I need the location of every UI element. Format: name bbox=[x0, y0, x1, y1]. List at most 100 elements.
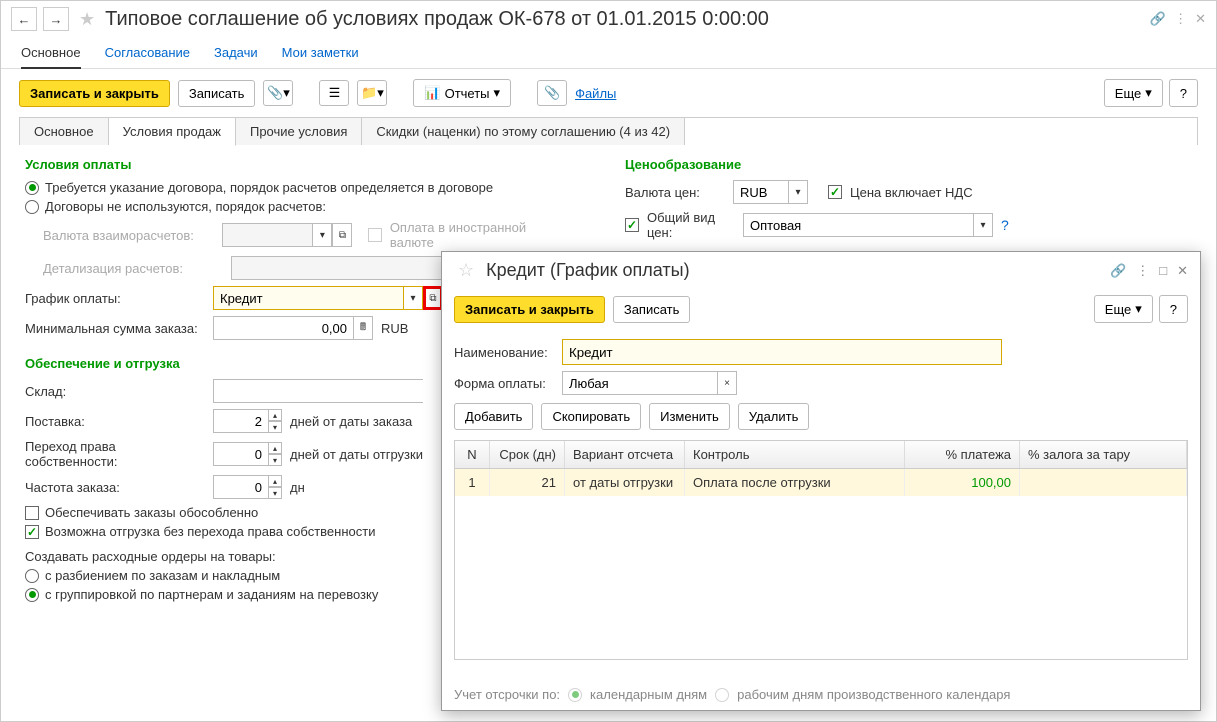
form-tab-discounts[interactable]: Скидки (наценки) по этому соглашению (4 … bbox=[362, 118, 685, 145]
folder-icon-button[interactable]: 📁▾ bbox=[357, 80, 387, 106]
col-variant[interactable]: Вариант отсчета bbox=[565, 441, 685, 468]
ownership-down[interactable]: ▾ bbox=[268, 454, 282, 466]
save-close-button[interactable]: Записать и закрыть bbox=[19, 80, 170, 107]
frequency-input[interactable] bbox=[213, 475, 268, 499]
page-title: Типовое соглашение об условиях продаж ОК… bbox=[105, 8, 769, 31]
radio-split-orders[interactable] bbox=[25, 569, 39, 583]
price-type-checkbox[interactable] bbox=[625, 218, 639, 232]
dialog-copy-button[interactable]: Скопировать bbox=[541, 403, 641, 430]
pricing-section-title: Ценообразование bbox=[625, 157, 1192, 172]
dialog-payform-input[interactable] bbox=[562, 371, 717, 395]
min-order-calc-btn[interactable]: 🖩 bbox=[353, 316, 373, 340]
dialog-add-button[interactable]: Добавить bbox=[454, 403, 533, 430]
cell-term: 21 bbox=[490, 469, 565, 496]
detail-label: Детализация расчетов: bbox=[43, 261, 223, 276]
more-button[interactable]: Еще ▾ bbox=[1104, 79, 1163, 107]
warehouse-input[interactable] bbox=[213, 379, 423, 403]
dialog-star-icon[interactable]: ☆ bbox=[458, 260, 474, 281]
ship-without-ownership-checkbox[interactable] bbox=[25, 525, 39, 539]
cell-n: 1 bbox=[455, 469, 490, 496]
vat-label: Цена включает НДС bbox=[850, 185, 973, 200]
schedule-label: График оплаты: bbox=[25, 291, 205, 306]
help-button[interactable]: ? bbox=[1169, 79, 1198, 107]
frequency-label: Частота заказа: bbox=[25, 480, 205, 495]
radio-split-orders-label: с разбиением по заказам и накладным bbox=[45, 568, 280, 583]
min-order-currency: RUB bbox=[381, 321, 408, 336]
delivery-up[interactable]: ▴ bbox=[268, 409, 282, 421]
table-row[interactable]: 1 21 от даты отгрузки Оплата после отгру… bbox=[455, 469, 1187, 496]
link-icon[interactable]: 🔗 bbox=[1150, 11, 1166, 27]
price-type-input[interactable] bbox=[743, 213, 973, 237]
form-tab-main[interactable]: Основное bbox=[20, 118, 109, 145]
schedule-dropdown-btn[interactable]: ▾ bbox=[403, 286, 423, 310]
nav-forward-button[interactable]: → bbox=[43, 7, 69, 31]
dialog-save-button[interactable]: Записать bbox=[613, 296, 691, 323]
nav-back-button[interactable]: ← bbox=[11, 7, 37, 31]
col-deposit[interactable]: % залога за тару bbox=[1020, 441, 1187, 468]
radio-group-orders[interactable] bbox=[25, 588, 39, 602]
form-tab-other-terms[interactable]: Прочие условия bbox=[236, 118, 362, 145]
dialog-maximize-icon[interactable]: □ bbox=[1159, 263, 1167, 278]
radio-no-contract[interactable] bbox=[25, 200, 39, 214]
cell-control: Оплата после отгрузки bbox=[685, 469, 905, 496]
radio-contract-required-label: Требуется указание договора, порядок рас… bbox=[45, 180, 493, 195]
price-currency-input[interactable] bbox=[733, 180, 788, 204]
save-button[interactable]: Записать bbox=[178, 80, 256, 107]
schedule-input[interactable] bbox=[213, 286, 403, 310]
close-icon[interactable]: ✕ bbox=[1195, 11, 1206, 27]
nav-tab-approval[interactable]: Согласование bbox=[105, 45, 190, 60]
footer-opt1: календарным дням bbox=[590, 687, 707, 702]
ownership-unit: дней от даты отгрузки bbox=[290, 447, 423, 462]
ownership-input[interactable] bbox=[213, 442, 268, 466]
delivery-down[interactable]: ▾ bbox=[268, 421, 282, 433]
list-icon-button[interactable]: ☰ bbox=[319, 80, 349, 106]
frequency-down[interactable]: ▾ bbox=[268, 487, 282, 499]
frequency-up[interactable]: ▴ bbox=[268, 475, 282, 487]
dialog-menu-icon[interactable]: ⋮ bbox=[1136, 263, 1149, 279]
files-link[interactable]: Файлы bbox=[575, 86, 616, 101]
dialog-help-button[interactable]: ? bbox=[1159, 295, 1188, 323]
price-type-dropdown[interactable]: ▾ bbox=[973, 213, 993, 237]
col-pct[interactable]: % платежа bbox=[905, 441, 1020, 468]
attach-dropdown-button[interactable]: 📎▾ bbox=[263, 80, 293, 106]
nav-tab-tasks[interactable]: Задачи bbox=[214, 45, 258, 60]
min-order-input[interactable] bbox=[213, 316, 353, 340]
col-n[interactable]: N bbox=[455, 441, 490, 468]
favorite-star-icon[interactable]: ★ bbox=[79, 9, 95, 30]
schedule-open-btn[interactable]: ⧉ bbox=[423, 286, 443, 310]
dialog-name-input[interactable] bbox=[562, 339, 1002, 365]
dialog-save-close-button[interactable]: Записать и закрыть bbox=[454, 296, 605, 323]
dialog-payform-clear[interactable]: × bbox=[717, 371, 737, 395]
radio-group-orders-label: с группировкой по партнерам и заданиям н… bbox=[45, 587, 378, 602]
detail-input bbox=[231, 256, 441, 280]
col-control[interactable]: Контроль bbox=[685, 441, 905, 468]
dialog-close-icon[interactable]: ✕ bbox=[1177, 263, 1188, 279]
dialog-edit-button[interactable]: Изменить bbox=[649, 403, 730, 430]
form-tab-sales-terms[interactable]: Условия продаж bbox=[109, 118, 236, 146]
radio-no-contract-label: Договоры не используются, порядок расчет… bbox=[45, 199, 326, 214]
price-type-help-icon[interactable]: ? bbox=[1001, 217, 1009, 233]
settlement-currency-label: Валюта взаиморасчетов: bbox=[43, 228, 214, 243]
col-term[interactable]: Срок (дн) bbox=[490, 441, 565, 468]
price-currency-dropdown[interactable]: ▾ bbox=[788, 180, 808, 204]
nav-tab-notes[interactable]: Мои заметки bbox=[282, 45, 359, 60]
separate-orders-checkbox[interactable] bbox=[25, 506, 39, 520]
reports-button[interactable]: 📊 Отчеты ▾ bbox=[413, 79, 511, 107]
radio-contract-required[interactable] bbox=[25, 181, 39, 195]
dialog-title: Кредит (График оплаты) bbox=[486, 260, 689, 281]
delivery-input[interactable] bbox=[213, 409, 268, 433]
dialog-link-icon[interactable]: 🔗 bbox=[1110, 263, 1126, 279]
dialog-more-button[interactable]: Еще ▾ bbox=[1094, 295, 1153, 323]
clip-icon-button[interactable]: 📎 bbox=[537, 80, 567, 106]
cell-pct: 100,00 bbox=[905, 469, 1020, 496]
ownership-up[interactable]: ▴ bbox=[268, 442, 282, 454]
payment-schedule-dialog: ☆ Кредит (График оплаты) 🔗 ⋮ □ ✕ Записат… bbox=[441, 251, 1201, 711]
warehouse-label: Склад: bbox=[25, 384, 205, 399]
dialog-delete-button[interactable]: Удалить bbox=[738, 403, 810, 430]
vat-checkbox[interactable] bbox=[828, 185, 842, 199]
price-type-label: Общий вид цен: bbox=[647, 210, 735, 240]
menu-dots-icon[interactable]: ⋮ bbox=[1174, 11, 1187, 27]
min-order-label: Минимальная сумма заказа: bbox=[25, 321, 205, 336]
nav-tab-main[interactable]: Основное bbox=[21, 45, 81, 69]
ship-without-ownership-label: Возможна отгрузка без перехода права соб… bbox=[45, 524, 375, 539]
